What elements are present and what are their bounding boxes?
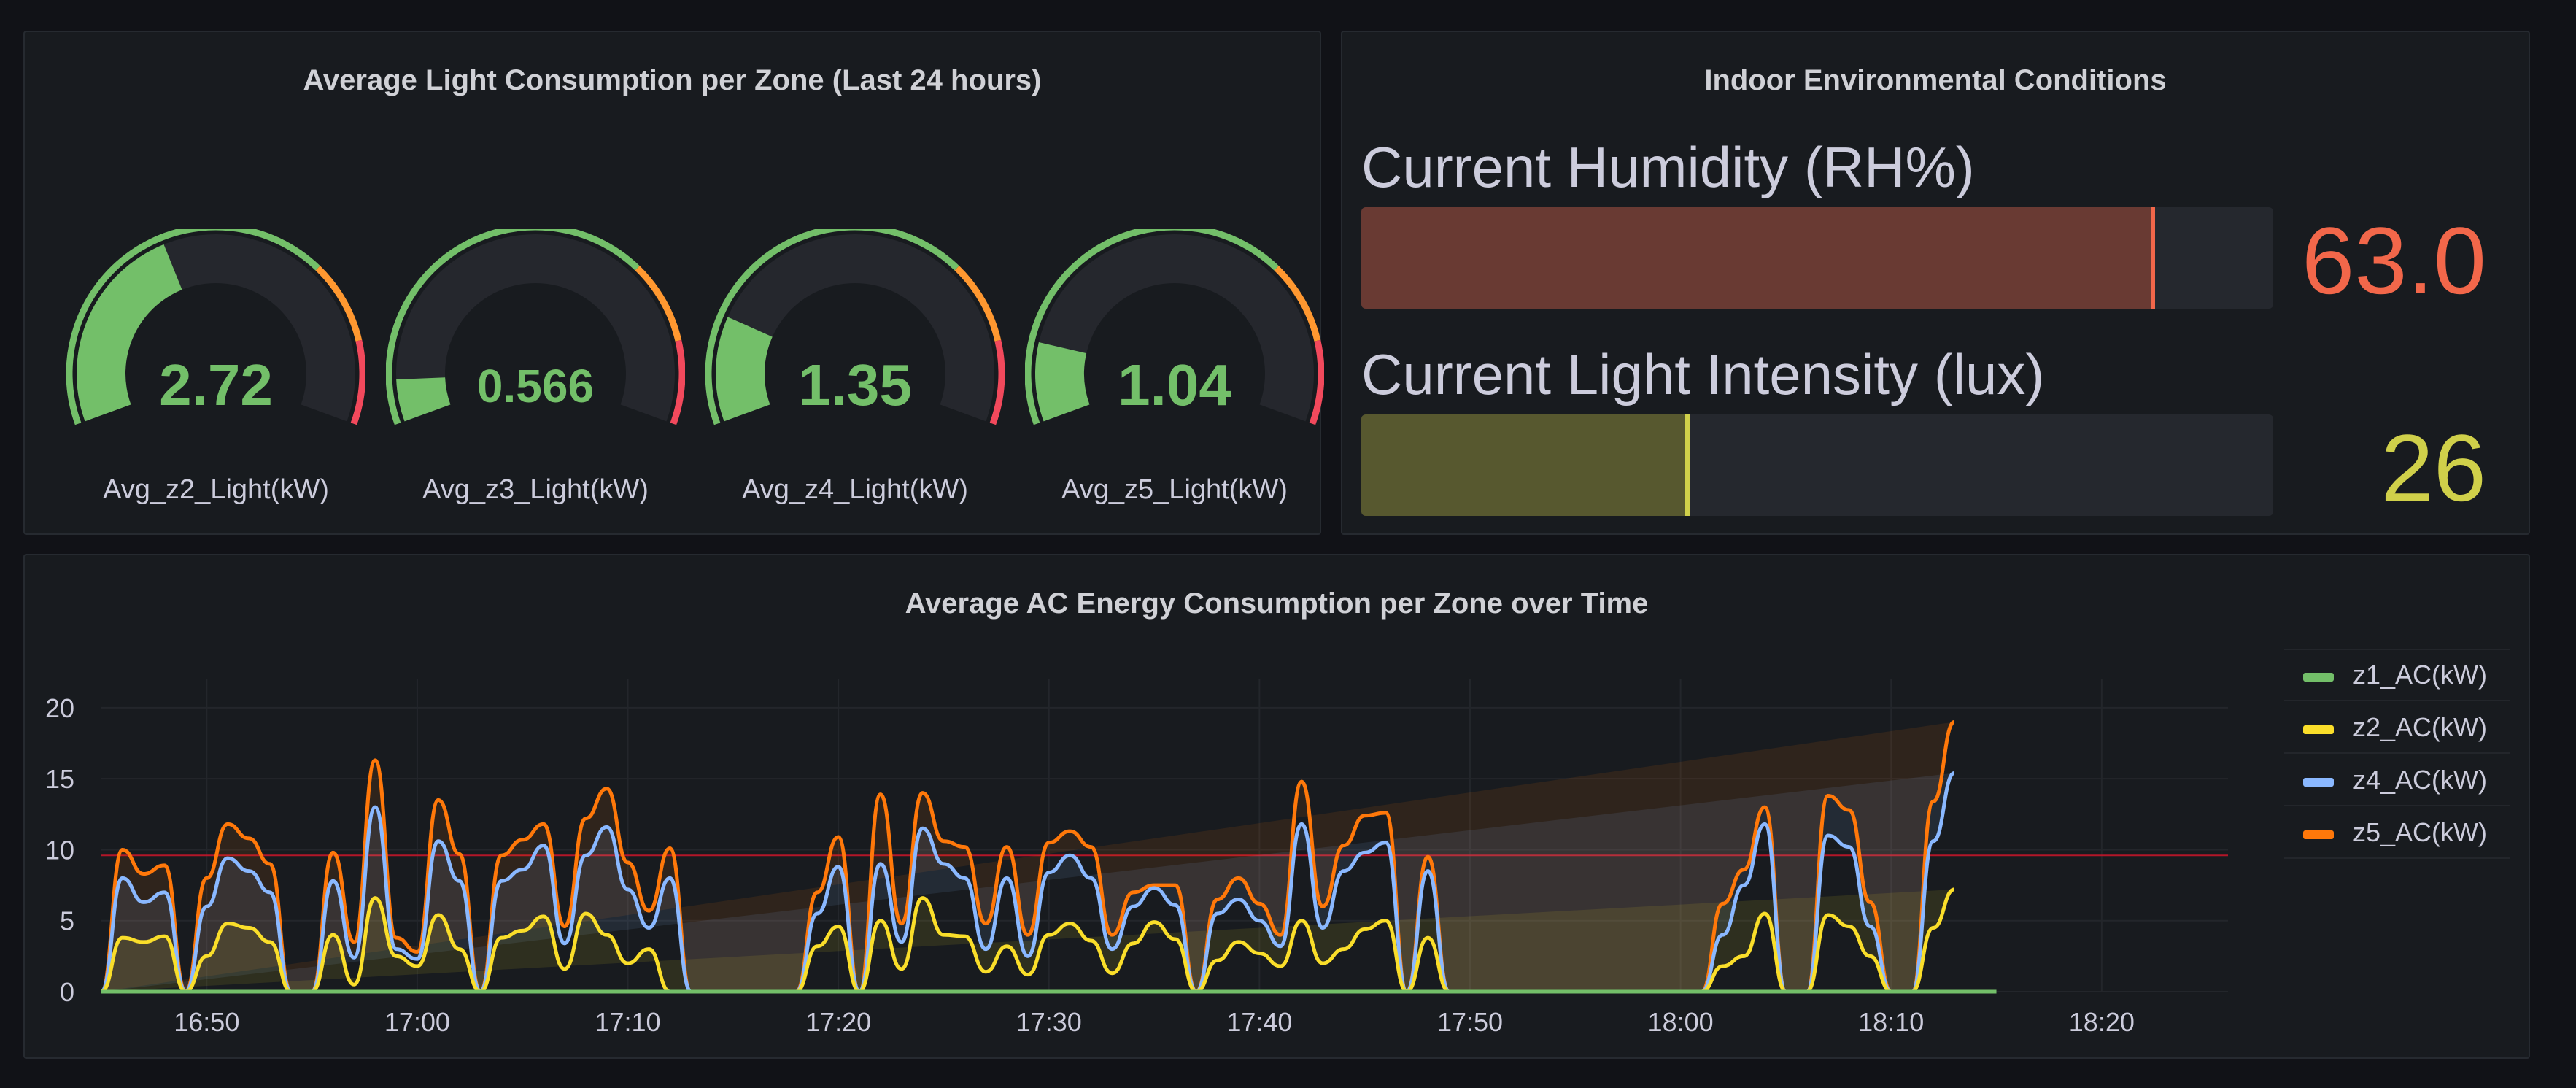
gauge-label: Avg_z3_Light(kW) — [422, 474, 649, 505]
legend-label: z4_AC(kW) — [2353, 765, 2488, 795]
gauge-z5: 1.04 — [1025, 229, 1324, 433]
light-intensity-bar-fill — [1361, 414, 1690, 516]
legend-label: z1_AC(kW) — [2353, 660, 2488, 690]
legend-swatch — [2303, 778, 2334, 787]
x-tick-label: 17:20 — [805, 1007, 871, 1037]
gauge-label: Avg_z2_Light(kW) — [103, 474, 329, 505]
chart-legend: z1_AC(kW) z2_AC(kW) z4_AC(kW) z5_AC(kW) — [2284, 649, 2510, 862]
y-tick-label: 5 — [60, 906, 74, 936]
gauge-value: 0.566 — [476, 360, 595, 412]
humidity-value: 63.0 — [2301, 207, 2486, 314]
light-consumption-panel: Average Light Consumption per Zone (Last… — [23, 31, 1324, 535]
x-tick-label: 18:10 — [1858, 1007, 1924, 1037]
light-intensity-bar — [1361, 414, 2273, 516]
ac-consumption-panel: Average AC Energy Consumption per Zone o… — [23, 554, 2530, 1059]
x-tick-label: 17:40 — [1226, 1007, 1292, 1037]
humidity-bar-edge — [2151, 207, 2155, 309]
gauge-label: Avg_z5_Light(kW) — [1061, 474, 1288, 505]
legend-swatch — [2303, 673, 2334, 682]
panel-title: Indoor Environmental Conditions — [1704, 64, 2167, 96]
ac-timeseries-chart: 0 5 10 15 20 16:50 17:00 17:10 17:20 17:30 17:40 17… — [45, 679, 2228, 1037]
light-intensity-label: Current Light Intensity (lux) — [1361, 342, 2045, 406]
panel-title: Average Light Consumption per Zone (Last… — [303, 64, 1042, 96]
x-tick-label: 17:50 — [1437, 1007, 1503, 1037]
gauge-label: Avg_z4_Light(kW) — [742, 474, 968, 505]
humidity-bar-fill — [1361, 207, 2155, 309]
legend-item[interactable]: z5_AC(kW) — [2284, 808, 2510, 859]
legend-label: z2_AC(kW) — [2353, 712, 2488, 742]
x-tick-label: 18:20 — [2069, 1007, 2135, 1037]
gauge-z2: 2.72 — [66, 229, 365, 433]
y-tick-label: 0 — [60, 977, 74, 1007]
gauge-value: 1.35 — [798, 352, 912, 417]
x-tick-label: 16:50 — [174, 1007, 239, 1037]
gauge-value: 2.72 — [159, 352, 273, 417]
legend-swatch — [2303, 725, 2334, 734]
environment-panel: Indoor Environmental Conditions Current … — [1341, 31, 2530, 535]
chart-plot-area: 0 5 10 15 20 16:50 17:00 17:10 17:20 17:30 17:40 17… — [45, 679, 2228, 1037]
legend-item[interactable]: z1_AC(kW) — [2284, 650, 2510, 701]
x-tick-label: 17:00 — [384, 1007, 450, 1037]
gauge-z4: 1.35 — [705, 229, 1005, 433]
gauge-z3: 0.566 — [386, 229, 685, 433]
light-intensity-bar-edge — [1685, 414, 1690, 516]
humidity-bar — [1361, 207, 2273, 309]
x-tick-label: 17:30 — [1016, 1007, 1082, 1037]
y-tick-label: 15 — [45, 764, 74, 794]
x-tick-label: 18:00 — [1648, 1007, 1714, 1037]
legend-item[interactable]: z4_AC(kW) — [2284, 755, 2510, 806]
legend-item[interactable]: z2_AC(kW) — [2284, 703, 2510, 754]
light-intensity-value: 26 — [2380, 414, 2486, 521]
x-tick-label: 17:10 — [595, 1007, 660, 1037]
legend-swatch — [2303, 830, 2334, 839]
humidity-label: Current Humidity (RH%) — [1361, 135, 1975, 199]
gauge-value: 1.04 — [1118, 352, 1231, 417]
legend-label: z5_AC(kW) — [2353, 817, 2488, 847]
y-tick-label: 20 — [45, 693, 74, 723]
y-tick-label: 10 — [45, 835, 74, 865]
